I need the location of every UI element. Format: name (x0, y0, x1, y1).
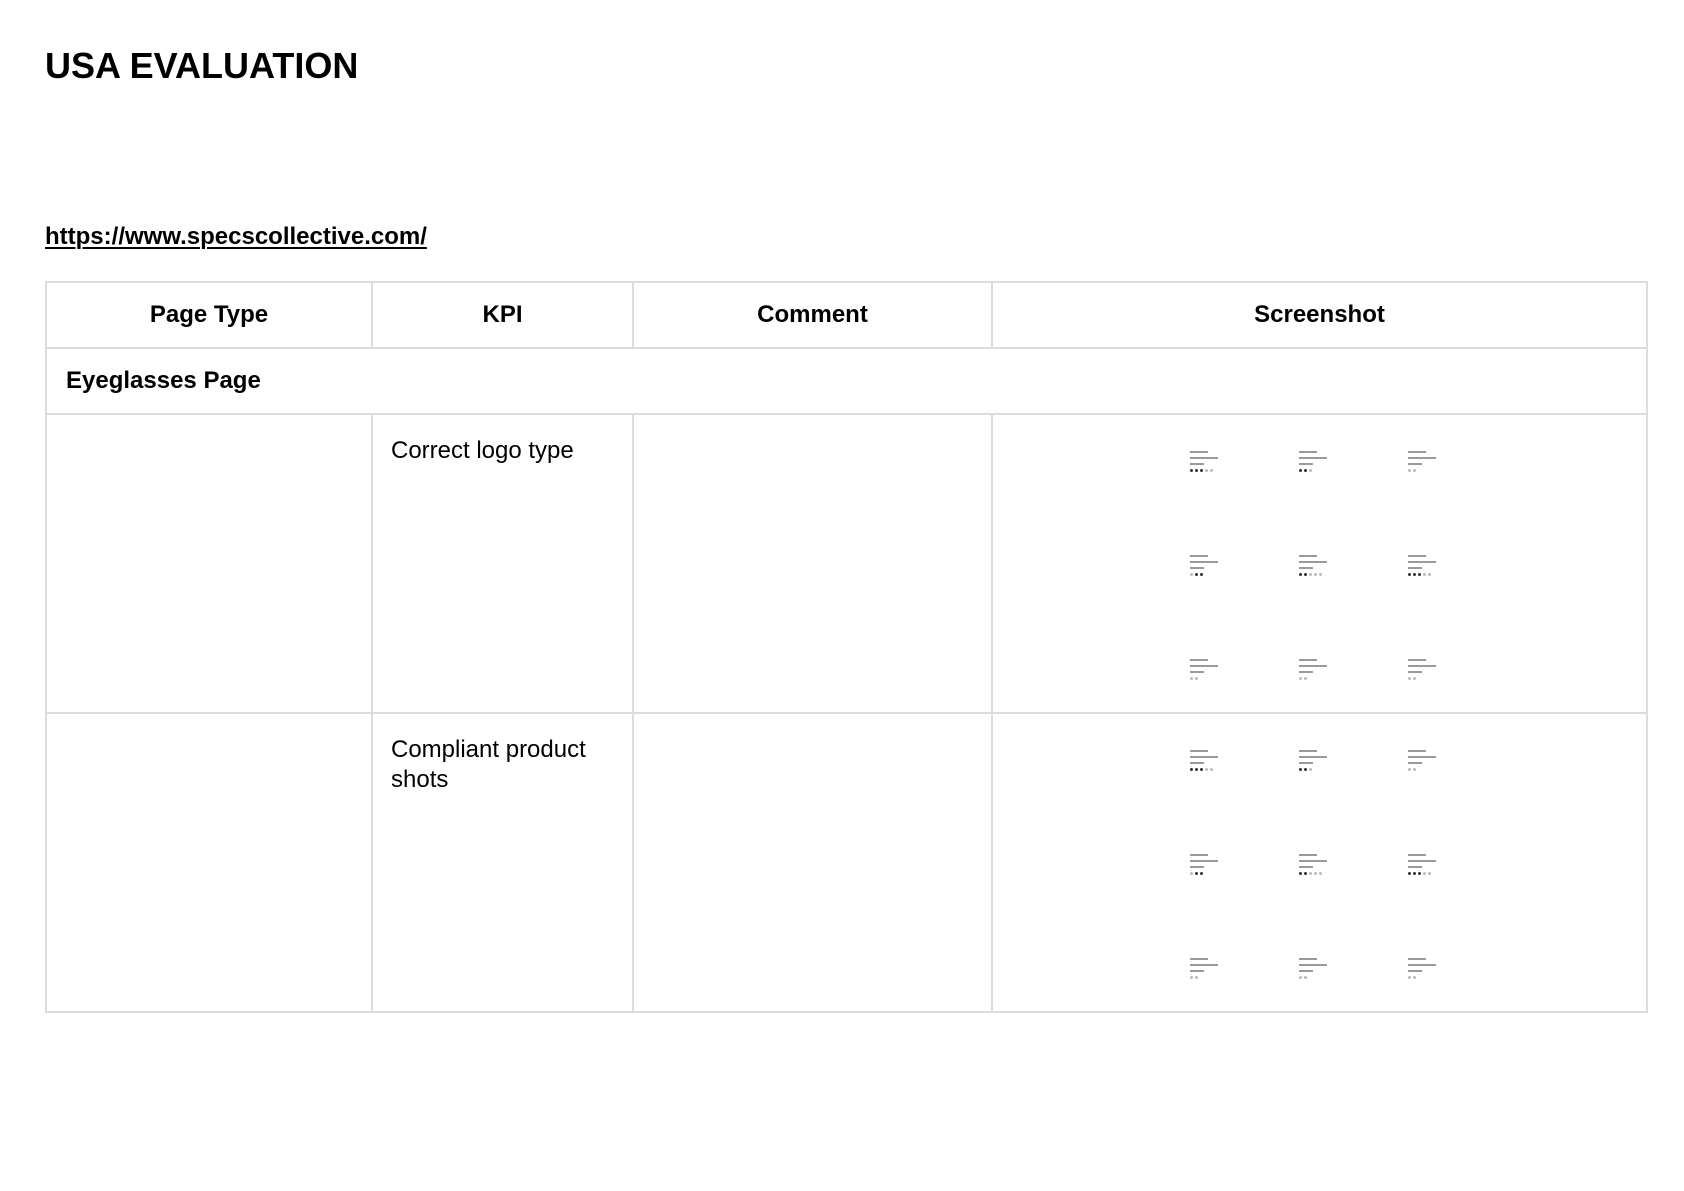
page-type-cell[interactable] (45, 413, 373, 714)
table-row: Correct logo type (45, 413, 1648, 714)
thumbnail-tile (1299, 750, 1339, 776)
screenshot-cell (991, 712, 1648, 1013)
thumbnail-tile (1190, 854, 1230, 880)
screenshot-thumbnail (1190, 750, 1500, 980)
thumbnail-tile (1190, 451, 1230, 477)
thumbnail-tile (1299, 451, 1339, 477)
section-row: Eyeglasses Page (45, 347, 1648, 415)
thumbnail-tile (1408, 555, 1448, 581)
thumbnail-tile (1299, 958, 1339, 984)
evaluation-table: Page Type KPI Comment Screenshot Eyeglas… (45, 281, 1648, 1013)
table-header-row: Page Type KPI Comment Screenshot (45, 281, 1648, 349)
kpi-cell: Correct logo type (371, 413, 634, 714)
thumbnail-tile (1408, 750, 1448, 776)
thumbnail-tile (1408, 958, 1448, 984)
table-row: Compliant product shots (45, 712, 1648, 1013)
thumbnail-tile (1190, 555, 1230, 581)
thumbnail-tile (1408, 659, 1448, 685)
thumbnail-tile (1190, 659, 1230, 685)
thumbnail-tile (1408, 854, 1448, 880)
header-page-type: Page Type (45, 281, 373, 349)
thumbnail-tile (1299, 555, 1339, 581)
site-link[interactable]: https://www.specscollective.com/ (45, 222, 427, 252)
screenshot-cell (991, 413, 1648, 714)
thumbnail-tile (1190, 958, 1230, 984)
kpi-cell: Compliant product shots (371, 712, 634, 1013)
page-title: USA EVALUATION (45, 45, 359, 86)
comment-cell[interactable] (632, 712, 993, 1013)
section-title: Eyeglasses Page (45, 347, 1648, 415)
header-screenshot: Screenshot (991, 281, 1648, 349)
thumbnail-tile (1299, 659, 1339, 685)
comment-cell[interactable] (632, 413, 993, 714)
header-comment: Comment (632, 281, 993, 349)
header-kpi: KPI (371, 281, 634, 349)
page-type-cell[interactable] (45, 712, 373, 1013)
thumbnail-tile (1408, 451, 1448, 477)
thumbnail-tile (1190, 750, 1230, 776)
thumbnail-tile (1299, 854, 1339, 880)
screenshot-thumbnail (1190, 451, 1500, 681)
